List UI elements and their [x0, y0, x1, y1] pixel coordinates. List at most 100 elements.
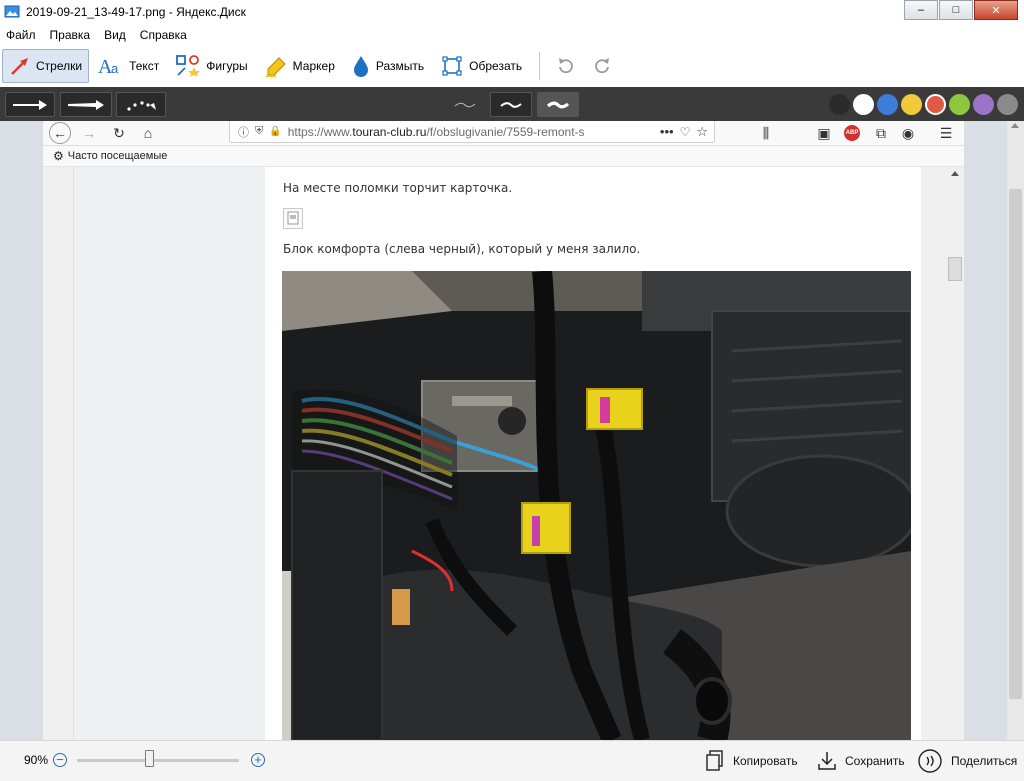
crop-icon	[442, 56, 462, 76]
minimize-button[interactable]: –	[904, 0, 938, 20]
menu-edit[interactable]: Правка	[50, 28, 91, 42]
menu-bar: Файл Правка Вид Справка	[0, 25, 1024, 45]
thin-arrow-icon	[13, 99, 47, 110]
close-button[interactable]: ✕	[974, 0, 1018, 20]
screenshot-browser-window: ← → ↻ ⌂ ⓘ ⛨ 🔒 https://www.touran-club.ru…	[43, 121, 964, 740]
color-swatch-green[interactable]	[949, 94, 970, 115]
gear-icon: ⚙	[53, 149, 64, 163]
arrow-icon	[11, 58, 28, 75]
dotted-arrow-icon	[127, 100, 156, 111]
tracking-shield-icon: ⛨	[255, 125, 264, 137]
undo-button[interactable]	[548, 49, 584, 83]
toolbar-separator	[539, 52, 541, 80]
menu-help[interactable]: Справка	[140, 28, 187, 42]
browser-nav-bar: ← → ↻ ⌂ ⓘ ⛨ 🔒 https://www.touran-club.ru…	[43, 121, 964, 146]
maximize-button[interactable]: □	[939, 0, 973, 20]
color-swatch-red[interactable]	[925, 94, 946, 115]
arrow-style-thick-button[interactable]	[60, 92, 112, 117]
library-icon: ⫼	[762, 124, 770, 141]
window-title: 2019-09-21_13-49-17.png - Яндекс.Диск	[26, 5, 246, 19]
close-icon: ✕	[991, 4, 1001, 17]
undo-icon	[559, 58, 573, 74]
color-swatch-white[interactable]	[853, 94, 874, 115]
tool-marker-label: Маркер	[292, 59, 335, 73]
page-scroll-thumb	[948, 257, 962, 281]
bookmarks-bar: ⚙ Часто посещаемые	[43, 146, 964, 167]
article-text-2: Блок комфорта (слева черный), который у …	[283, 242, 641, 256]
copy-label: Копировать	[733, 754, 798, 768]
stroke-thick-button[interactable]	[537, 92, 579, 117]
screenshot-ext-icon: ⧉	[876, 124, 886, 141]
redo-button[interactable]	[584, 49, 620, 83]
color-swatch-yellow[interactable]	[901, 94, 922, 115]
redo-icon	[595, 58, 610, 74]
page-content: На месте поломки торчит карточка. Блок к…	[265, 167, 921, 740]
status-bar: 90% − + Копировать Сохранить Поделиться	[0, 740, 1024, 781]
share-button[interactable]: Поделиться	[917, 747, 1017, 775]
menu-view[interactable]: Вид	[104, 28, 126, 42]
zoom-slider-track[interactable]	[77, 759, 239, 762]
image-canvas[interactable]: ← → ↻ ⌂ ⓘ ⛨ 🔒 https://www.touran-club.ru…	[0, 121, 1024, 740]
zoom-out-button[interactable]: −	[53, 753, 67, 767]
tool-arrows-button[interactable]: Стрелки	[2, 49, 90, 83]
adblock-badge: ABP	[844, 125, 860, 141]
toolbar: Стрелки A a Текст Фигуры Маркер Размыть	[0, 46, 1024, 86]
tool-text-button[interactable]: A a Текст	[91, 49, 166, 83]
tool-blur-label: Размыть	[375, 59, 425, 73]
zoom-level: 90%	[24, 753, 49, 767]
thin-stroke-icon	[454, 102, 476, 107]
back-icon: ←	[49, 122, 71, 144]
tool-crop-button[interactable]: Обрезать	[433, 49, 529, 83]
blur-icon	[353, 56, 368, 77]
hamburger-menu-icon: ☰	[939, 124, 953, 141]
arrow-style-dotted-button[interactable]	[116, 92, 166, 117]
svg-text:a: a	[111, 61, 119, 76]
color-swatch-black[interactable]	[829, 94, 850, 115]
page-actions-icon: •••	[659, 124, 674, 139]
broken-image-icon	[283, 208, 303, 229]
medium-stroke-icon	[500, 101, 522, 108]
save-button[interactable]: Сохранить	[817, 747, 905, 775]
stroke-medium-button[interactable]	[490, 92, 532, 117]
maximize-icon: □	[952, 4, 960, 16]
color-swatch-gray[interactable]	[997, 94, 1018, 115]
save-label: Сохранить	[845, 754, 905, 768]
thick-stroke-icon	[546, 101, 570, 108]
stroke-thin-button[interactable]	[444, 92, 486, 117]
menu-file[interactable]: Файл	[6, 28, 36, 42]
color-swatch-blue[interactable]	[877, 94, 898, 115]
pocket-icon: ♡	[679, 124, 691, 139]
title-bar: 2019-09-21_13-49-17.png - Яндекс.Диск – …	[0, 0, 1024, 24]
car-wiring-photo	[282, 271, 911, 740]
home-icon: ⌂	[143, 125, 153, 141]
scroll-up-arrow-icon	[951, 171, 959, 176]
tool-options-bar	[0, 87, 1024, 121]
copy-button[interactable]: Копировать	[705, 747, 798, 775]
tool-crop-label: Обрезать	[469, 59, 523, 73]
page-scrollbar	[947, 167, 964, 740]
bookmark-most-visited: Часто посещаемые	[67, 150, 168, 162]
text-icon: A a	[98, 56, 119, 77]
canvas-scrollbar[interactable]	[1007, 121, 1024, 740]
color-swatch-purple[interactable]	[973, 94, 994, 115]
sidebar-icon: ▣	[817, 124, 831, 141]
tool-blur-button[interactable]: Размыть	[344, 49, 431, 83]
tool-marker-button[interactable]: Маркер	[257, 49, 342, 83]
canvas-scroll-up-icon[interactable]	[1011, 123, 1019, 128]
page-left-column	[73, 167, 265, 740]
info-icon: ⓘ	[238, 126, 249, 139]
zoom-slider-handle[interactable]	[145, 750, 154, 767]
tool-arrows-label: Стрелки	[36, 59, 83, 73]
tool-shapes-button[interactable]: Фигуры	[168, 49, 254, 83]
canvas-scroll-thumb[interactable]	[1009, 189, 1022, 699]
minimize-icon: –	[917, 4, 925, 16]
arrow-style-thin-button[interactable]	[5, 92, 55, 117]
bookmark-star-icon: ☆	[696, 123, 708, 139]
tool-text-label: Текст	[129, 59, 160, 73]
zoom-in-button[interactable]: +	[251, 753, 265, 767]
shapes-icon	[176, 55, 201, 77]
url-text: https://www.touran-club.ru/f/obslugivani…	[287, 124, 585, 139]
article-text-1: На месте поломки торчит карточка.	[283, 181, 513, 195]
address-bar: ⓘ ⛨ 🔒 https://www.touran-club.ru/f/obslu…	[229, 121, 715, 143]
marker-icon	[265, 57, 286, 77]
